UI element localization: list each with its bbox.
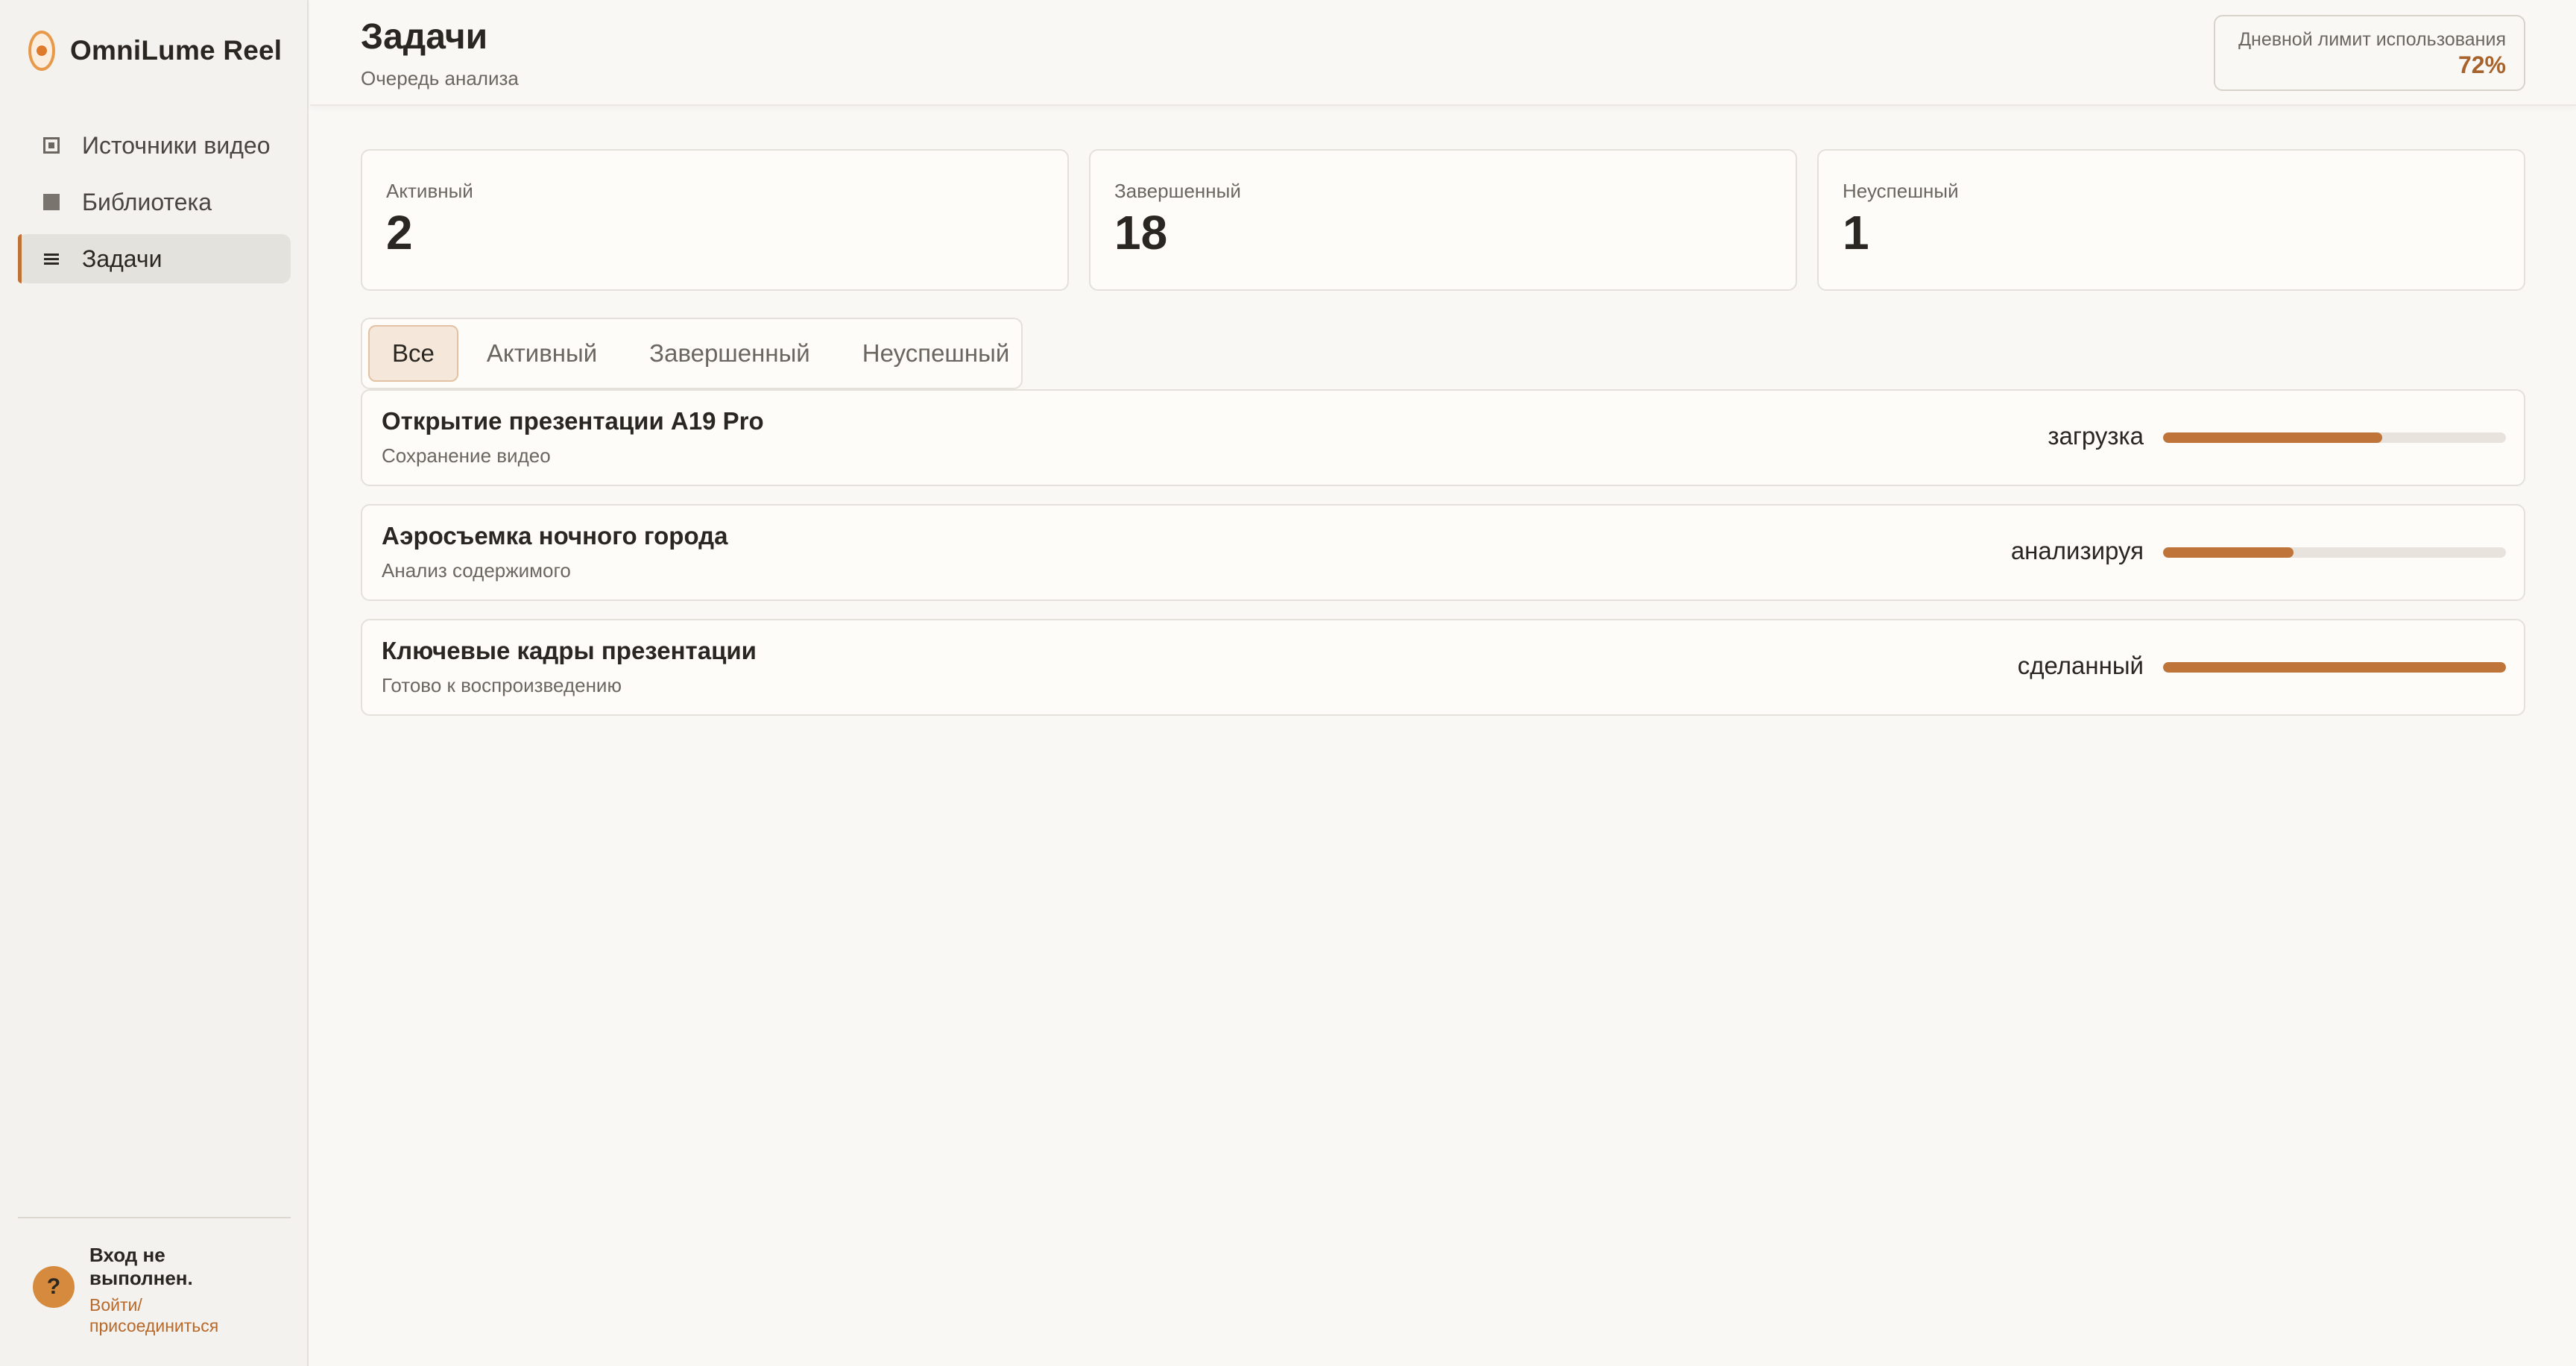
tab-failed[interactable]: Неуспешный bbox=[839, 325, 1034, 382]
lens-icon bbox=[28, 31, 55, 71]
stat-label: Активный bbox=[386, 180, 473, 202]
task-row[interactable]: Ключевые кадры презентации Готово к восп… bbox=[361, 619, 2525, 716]
task-status: загрузка bbox=[2048, 422, 2144, 450]
stat-card-failed: Неуспешный 1 bbox=[1817, 149, 2525, 291]
quota-label: Дневной лимит использования bbox=[2238, 29, 2506, 50]
sidebar-divider bbox=[18, 1217, 291, 1218]
sidebar-item-label: Библиотека bbox=[82, 189, 212, 215]
page-title: Задачи bbox=[361, 17, 488, 57]
sidebar-item-label: Задачи bbox=[82, 245, 162, 272]
task-subtitle: Сохранение видео bbox=[382, 444, 551, 467]
account-panel: ? Вход не выполнен. Войти/присоединиться bbox=[33, 1244, 286, 1336]
brand[interactable]: OmniLume Reel bbox=[28, 28, 282, 73]
task-status: анализируя bbox=[2010, 537, 2144, 564]
list-icon bbox=[42, 245, 61, 273]
task-progress-bar bbox=[2163, 662, 2506, 673]
stat-card-completed: Завершенный 18 bbox=[1089, 149, 1797, 291]
usage-quota-badge: Дневной лимит использования 72% bbox=[2214, 15, 2525, 91]
stat-value: 18 bbox=[1114, 206, 1168, 259]
stat-value: 2 bbox=[386, 206, 413, 259]
account-status: Вход не выполнен. bbox=[89, 1244, 193, 1289]
tab-all[interactable]: Все bbox=[368, 325, 458, 382]
sidebar-item-sources[interactable]: Источники видео bbox=[18, 121, 291, 170]
task-title: Аэросъемка ночного города bbox=[382, 522, 728, 550]
stat-label: Завершенный bbox=[1114, 180, 1241, 202]
sidebar-item-label: Источники видео bbox=[82, 132, 271, 159]
task-progress-fill bbox=[2163, 662, 2506, 673]
page-header: Задачи Очередь анализа Дневной лимит исп… bbox=[310, 0, 2576, 106]
task-row[interactable]: Аэросъемка ночного города Анализ содержи… bbox=[361, 504, 2525, 601]
app-name: OmniLume Reel bbox=[70, 35, 282, 66]
task-row[interactable]: Открытие презентации A19 Pro Сохранение … bbox=[361, 389, 2525, 486]
source-icon bbox=[42, 131, 61, 160]
stats-row: Активный 2 Завершенный 18 Неуспешный 1 bbox=[361, 149, 2525, 291]
sidebar: OmniLume Reel Источники видео Библиотека… bbox=[0, 0, 309, 1366]
stat-card-active: Активный 2 bbox=[361, 149, 1069, 291]
avatar[interactable]: ? bbox=[33, 1266, 75, 1308]
task-progress-fill bbox=[2163, 432, 2383, 443]
filter-tabs: Все Активный Завершенный Неуспешный bbox=[361, 318, 1023, 389]
task-subtitle: Анализ содержимого bbox=[382, 559, 571, 582]
login-link[interactable]: Войти/присоединиться bbox=[89, 1294, 268, 1336]
task-title: Ключевые кадры презентации bbox=[382, 637, 757, 664]
stat-value: 1 bbox=[1843, 206, 1869, 259]
page-subtitle: Очередь анализа bbox=[361, 67, 519, 89]
task-progress-bar bbox=[2163, 547, 2506, 558]
sidebar-item-library[interactable]: Библиотека bbox=[18, 177, 291, 227]
tab-active[interactable]: Активный bbox=[463, 325, 621, 382]
app-window: OmniLume Reel Источники видео Библиотека… bbox=[0, 0, 2576, 1366]
sidebar-item-tasks[interactable]: Задачи bbox=[18, 234, 291, 283]
task-list: Открытие презентации A19 Pro Сохранение … bbox=[361, 389, 2525, 734]
stat-label: Неуспешный bbox=[1843, 180, 1959, 202]
task-progress-bar bbox=[2163, 432, 2506, 443]
quota-value: 72% bbox=[2457, 51, 2506, 78]
tab-completed[interactable]: Завершенный bbox=[625, 325, 834, 382]
task-progress-fill bbox=[2163, 547, 2294, 558]
task-title: Открытие презентации A19 Pro bbox=[382, 407, 764, 435]
task-subtitle: Готово к воспроизведению bbox=[382, 674, 622, 696]
sidebar-nav: Источники видео Библиотека Задачи bbox=[18, 121, 291, 291]
library-icon bbox=[42, 188, 61, 216]
task-status: сделанный bbox=[2017, 652, 2144, 679]
